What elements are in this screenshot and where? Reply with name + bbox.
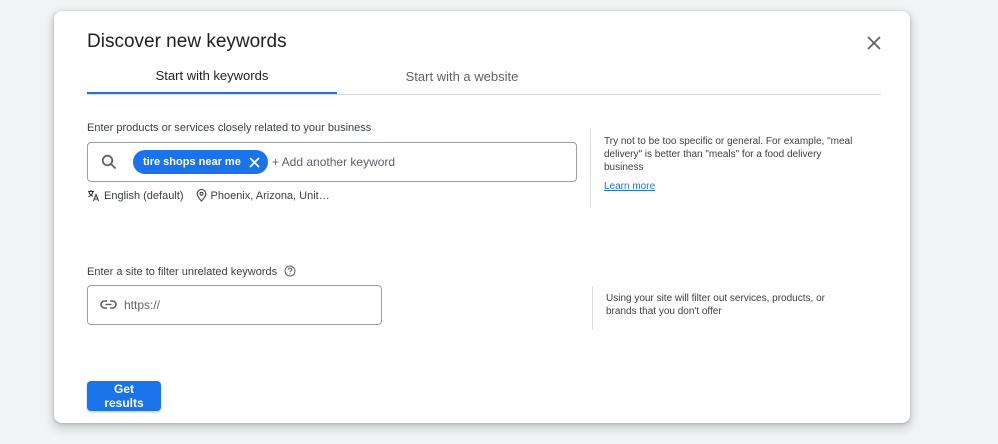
add-keyword-input[interactable] [272, 153, 562, 171]
close-icon [867, 36, 881, 50]
discover-keywords-dialog: Discover new keywords Start with keyword… [54, 11, 910, 423]
close-icon [249, 156, 260, 168]
language-selector[interactable]: English (default) [87, 189, 184, 202]
search-icon [101, 154, 117, 170]
keyword-hint-text: Try not to be too specific or general. F… [604, 136, 853, 173]
keyword-chip[interactable]: tire shops near me [133, 150, 268, 174]
remove-chip-button[interactable] [249, 156, 260, 168]
site-url-input[interactable] [124, 296, 364, 314]
site-label-row: Enter a site to filter unrelated keyword… [87, 265, 296, 278]
tab-start-with-keywords[interactable]: Start with keywords [87, 59, 337, 94]
keyword-hint: Try not to be too specific or general. F… [590, 129, 854, 207]
keywords-label: Enter products or services closely relat… [87, 122, 372, 134]
close-button[interactable] [862, 31, 886, 55]
language-label: English (default) [104, 189, 184, 202]
location-label: Phoenix, Arizona, Unit… [210, 189, 330, 202]
site-input-box[interactable] [87, 285, 382, 325]
site-hint: Using your site will filter out services… [592, 286, 856, 330]
location-pin-icon [196, 189, 206, 202]
dialog-title: Discover new keywords [87, 31, 287, 52]
location-selector[interactable]: Phoenix, Arizona, Unit… [196, 189, 330, 202]
tab-start-with-website[interactable]: Start with a website [337, 59, 587, 93]
learn-more-link[interactable]: Learn more [604, 180, 655, 193]
link-icon [100, 300, 117, 309]
get-results-button[interactable]: Get results [87, 381, 161, 411]
keyword-input-box[interactable]: tire shops near me [87, 142, 577, 182]
background-strip [912, 0, 998, 444]
site-label: Enter a site to filter unrelated keyword… [87, 266, 278, 278]
help-icon[interactable] [284, 265, 296, 277]
translate-icon [88, 190, 100, 202]
keyword-settings: English (default) Phoenix, Arizona, Unit… [87, 189, 342, 202]
tab-bar: Start with keywords Start with a website [87, 59, 881, 95]
keyword-chip-label: tire shops near me [143, 156, 241, 168]
